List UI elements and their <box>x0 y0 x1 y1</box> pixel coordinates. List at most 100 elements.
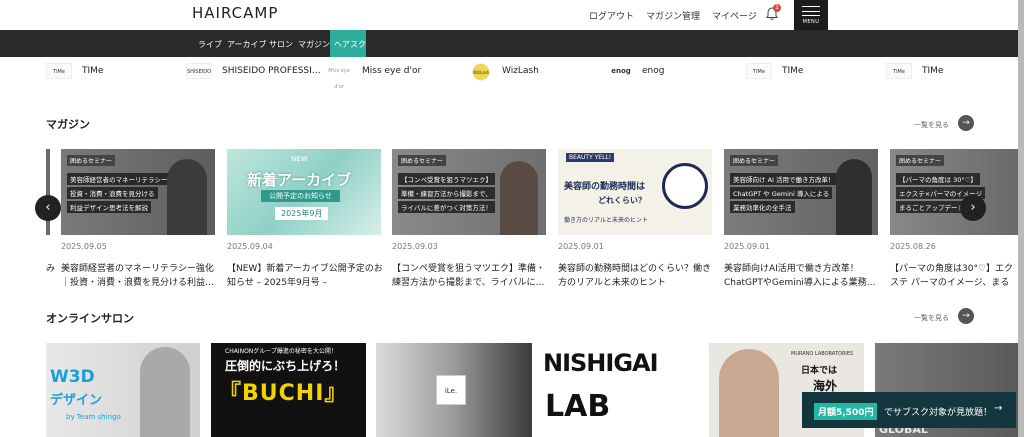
thumb-tag: 囲めるセミナー <box>398 155 447 166</box>
thumb-text: 働き方のリアルと未来のヒント <box>564 217 648 224</box>
salon-title: 圧倒的にぶち上げろ！ <box>225 359 346 373</box>
carousel-prev-button[interactable]: ‹ <box>35 195 61 221</box>
magazine-card-image[interactable]: BEAUTY YELL! 美容師の勤務時間は どれくらい？ 働き方のリアルと未来… <box>558 149 712 235</box>
magazine-card-date: 2025.09.01 <box>558 242 604 251</box>
brand-logo[interactable]: TIMe <box>746 63 772 79</box>
thumb-text: 2025年9月 <box>275 207 329 220</box>
salon-subtitle: LAB <box>545 389 611 424</box>
subscribe-cta-button[interactable]: 月額5,500円 でサブスク対象が見放題！ → <box>802 392 1016 428</box>
brand-name[interactable]: TIMe <box>82 66 103 84</box>
thumb-heading: 新着アーカイブ <box>247 171 352 189</box>
cta-price: 月額5,500円 <box>814 403 878 420</box>
magazine-card-date: 2025.08.26 <box>890 242 936 251</box>
magazine-card-image[interactable]: 囲めるセミナー 美容師経営者のマネーリテラシー強化 投資・消費・浪費を見分ける … <box>61 149 215 235</box>
person-photo <box>719 349 779 437</box>
thumb-text: 美容師経営者のマネーリテラシー強化 <box>67 173 184 185</box>
salon-more-link[interactable]: 一覧を見る <box>914 313 949 323</box>
thumb-text: 【コンペ受賞を狙うマツエク】 <box>398 173 495 185</box>
thumb-text: まるごとアップデート <box>896 201 967 213</box>
salon-subtitle: デザイン <box>50 393 103 408</box>
magazine-card-title[interactable]: 【コンペ受賞を狙うマツエク】準備・練習方法から撮影まで、ライバルに… <box>392 262 548 290</box>
brand-logo[interactable]: TIMe <box>886 63 912 79</box>
brand-logo[interactable]: TIMe <box>46 63 72 79</box>
salon-card[interactable]: W3D デザイン by Team shingo <box>46 343 200 437</box>
thumb-tag: 囲めるセミナー <box>730 155 779 166</box>
nav-item-magazine[interactable]: マガジン <box>298 39 330 50</box>
salon-card[interactable]: iLe. <box>376 343 532 437</box>
brand-logo[interactable]: Miss eye d'or <box>326 63 352 90</box>
brand-logo[interactable]: enog <box>608 63 634 79</box>
site-header: HAIRCAMP ログアウト マガジン管理 マイページ 1 MENU <box>0 0 1024 30</box>
magazine-card-date: 2025.09.05 <box>61 242 107 251</box>
brand-name[interactable]: enog <box>642 66 664 84</box>
salon-caption: CHAINONグループ爆進の秘密を大公開！ <box>225 348 337 355</box>
thumb-text: 利益デザイン思考法を解説 <box>67 201 151 213</box>
salon-card[interactable]: NISHIGAI LAB <box>543 343 697 437</box>
arrow-right-icon[interactable]: → <box>958 308 974 324</box>
magazine-card-title[interactable]: み <box>46 262 56 290</box>
magazine-card-date: 2025.09.03 <box>392 242 438 251</box>
magazine-card-title[interactable]: 【パーマの角度は30°♡】エクステ パーマのイメージ、まるごとア… <box>890 262 1018 290</box>
menu-button[interactable]: MENU <box>794 0 828 30</box>
salon-byline: by Team shingo <box>66 413 121 421</box>
magazine-card-image[interactable]: 囲めるセミナー 【コンペ受賞を狙うマツエク】 準備・練習方法から撮影まで、 ライ… <box>392 149 546 235</box>
cta-text: でサブスク対象が見放題！ <box>884 408 993 418</box>
salon-logo: iLe. <box>436 375 466 405</box>
brand-name[interactable]: Miss eye d'or <box>362 66 421 84</box>
person-photo <box>836 159 872 235</box>
carousel-next-button[interactable]: › <box>960 195 986 221</box>
person-photo <box>140 347 190 437</box>
nav-item-salon[interactable]: サロン <box>269 39 293 50</box>
salon-card[interactable]: CHAINONグループ爆進の秘密を大公開！ 圧倒的にぶち上げろ！ 『BUCHI』 <box>211 343 366 437</box>
scrollbar[interactable] <box>1018 0 1024 437</box>
salon-title: NISHIGAI <box>543 349 659 377</box>
magazine-card-title[interactable]: 美容師向けAI活用で働き方改革！ChatGPTやGemini導入による業務… <box>724 262 880 290</box>
thumb-badge: NEW <box>291 155 308 163</box>
arrow-right-icon[interactable]: → <box>958 115 974 131</box>
thumb-text: どれくらい？ <box>598 196 646 205</box>
nav-item-archive[interactable]: アーカイブ <box>227 39 267 50</box>
magazine-card-title[interactable]: 美容師経営者のマネーリテラシー強化｜投資・消費・浪費を見分ける利益… <box>61 262 217 290</box>
thumb-tag: 囲めるセミナー <box>896 155 945 166</box>
nav-item-hairsuku[interactable]: ヘアスク <box>334 39 366 50</box>
magazine-manage-link[interactable]: マガジン管理 <box>646 9 700 22</box>
magazine-card-date: 2025.09.01 <box>724 242 770 251</box>
mypage-link[interactable]: マイページ <box>712 9 757 22</box>
person-photo <box>167 159 207 235</box>
chevron-right-icon: › <box>970 200 976 215</box>
nav-item-live[interactable]: ライブ <box>198 39 222 50</box>
thumb-text: ChatGPT や Gemini 導入による <box>730 187 833 199</box>
magazine-card-image[interactable] <box>46 149 50 235</box>
salon-title: W3D <box>50 367 95 387</box>
magazine-section-title: マガジン <box>46 118 90 131</box>
thumb-heading: 美容師の勤務時間は <box>564 182 646 192</box>
magazine-card-date: 2025.09.04 <box>227 242 273 251</box>
magazine-more-link[interactable]: 一覧を見る <box>914 120 949 130</box>
magazine-card-image[interactable]: 囲めるセミナー 【パーマの角度は 30°♡】 エクステ×パーマのイメージ まるご… <box>890 149 1018 235</box>
person-photo <box>500 161 538 235</box>
salon-subtitle: 『BUCHI』 <box>219 381 348 406</box>
salon-section-title: オンラインサロン <box>46 312 134 325</box>
magazine-card-title[interactable]: 美容師の勤務時間はどのくらい？働き方のリアルと未来のヒント <box>558 262 714 290</box>
clock-icon <box>662 163 708 209</box>
magazine-card-image[interactable]: NEW 新着アーカイブ 公開予定のお知らせ 2025年9月 <box>227 149 381 235</box>
brand-logo[interactable]: WizLash <box>472 63 490 81</box>
notification-badge: 1 <box>773 4 781 12</box>
brand-name[interactable]: TIMe <box>782 66 803 84</box>
magazine-card-image[interactable]: 囲めるセミナー 美容師向け AI 活用で働き方改革！ ChatGPT や Gem… <box>724 149 878 235</box>
thumb-text: 業務効率化の全手法 <box>730 201 795 213</box>
brand-name[interactable]: TIMe <box>922 66 943 84</box>
thumb-text: 公開予定のお知らせ <box>261 190 340 202</box>
chevron-left-icon: ‹ <box>45 200 51 215</box>
salon-title: 日本では <box>801 366 838 376</box>
thumb-text: ライバルに差がつく対策方法！ <box>398 201 495 213</box>
brand-name[interactable]: SHISEIDO PROFESSI… <box>222 66 321 84</box>
brand-name[interactable]: WizLash <box>502 66 539 84</box>
magazine-card-title[interactable]: 【NEW】新着アーカイブ公開予定のお知らせ – 2025年9月号 – <box>227 262 383 290</box>
thumb-badge: BEAUTY YELL! <box>566 153 615 162</box>
menu-label: MENU <box>802 19 820 25</box>
brand-logo[interactable]: SHISEIDO <box>186 63 212 79</box>
logout-link[interactable]: ログアウト <box>589 9 634 22</box>
site-logo[interactable]: HAIRCAMP <box>192 4 278 22</box>
hamburger-icon <box>802 6 820 16</box>
